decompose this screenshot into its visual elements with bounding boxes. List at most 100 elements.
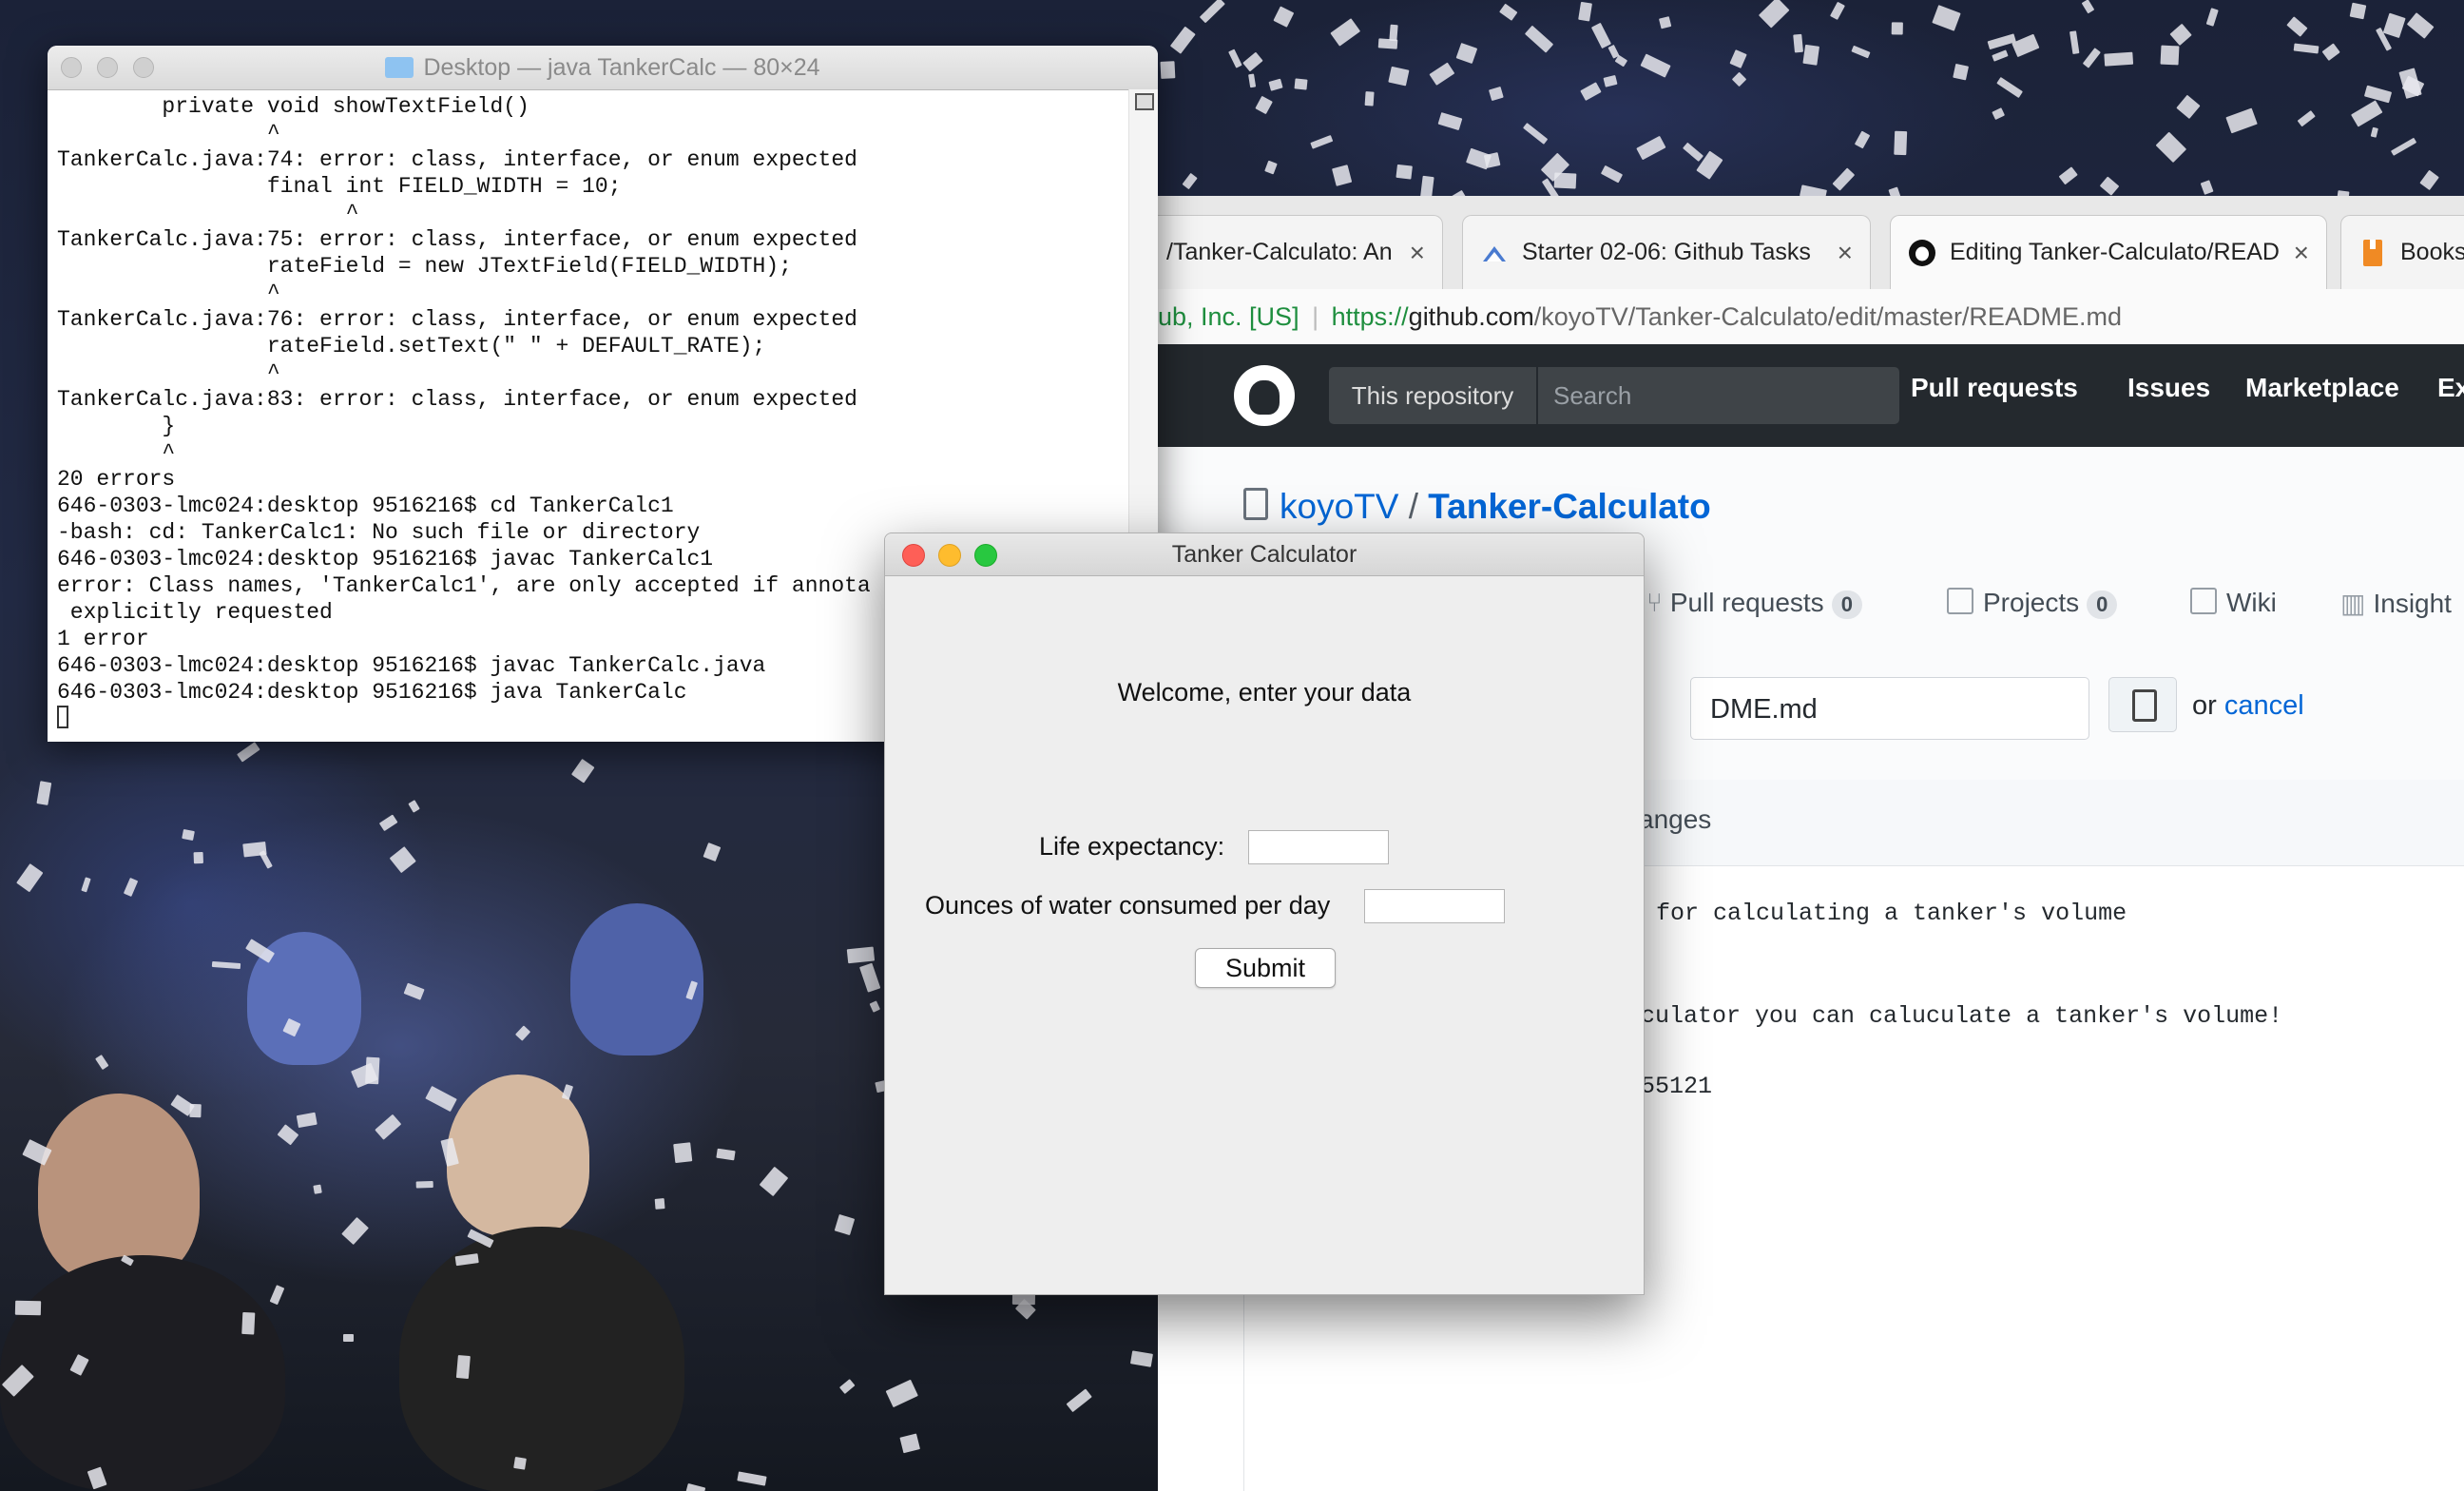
confetti-piece	[2351, 100, 2383, 127]
confetti-piece	[1854, 130, 1871, 150]
confetti-piece	[1992, 107, 2005, 120]
editor-line[interactable]: for calculating a tanker's volume	[1656, 900, 2127, 927]
nav-explore[interactable]: Ex	[2437, 373, 2464, 403]
confetti-piece	[81, 877, 91, 893]
confetti-piece	[241, 1311, 256, 1335]
confetti-piece	[1851, 45, 1871, 59]
confetti-piece	[1832, 167, 1855, 192]
count-badge: 0	[2087, 591, 2118, 619]
confetti-piece	[513, 1457, 527, 1470]
repo-tab-insights[interactable]: ▥ Insight	[2340, 588, 2452, 619]
confetti-piece	[1331, 165, 1352, 187]
confetti-piece	[1465, 147, 1492, 170]
terminal-line: TankerCalc.java:75: error: class, interf…	[57, 227, 857, 252]
address-domain: github.com	[1408, 302, 1534, 331]
confetti-piece	[1683, 143, 1704, 163]
terminal-line: private void showTextField()	[57, 94, 529, 119]
confetti-piece	[1992, 49, 2009, 62]
confetti-piece	[1890, 22, 1903, 35]
dialog-title: Tanker Calculator	[1171, 541, 1357, 568]
submit-button[interactable]: Submit	[1195, 948, 1336, 988]
terminal-line: TankerCalc.java:74: error: class, interf…	[57, 147, 857, 172]
scroll-marker-icon[interactable]	[1135, 93, 1154, 110]
github-logo-icon[interactable]	[1234, 365, 1295, 426]
confetti-piece	[35, 780, 51, 805]
browser-tab-bookshelf[interactable]: Booksh	[2340, 215, 2464, 289]
bookmark-favicon-icon	[2358, 239, 2387, 267]
repo-tab-pull-requests[interactable]: ⑂ Pull requests 0	[1646, 588, 1862, 619]
confetti-piece	[885, 1380, 918, 1408]
confetti-piece	[846, 946, 876, 964]
confetti-piece	[1953, 63, 1970, 81]
dialog-titlebar[interactable]: Tanker Calculator	[885, 533, 1644, 576]
confetti-piece	[182, 829, 196, 842]
life-expectancy-input[interactable]	[1248, 830, 1389, 864]
nav-issues[interactable]: Issues	[2127, 373, 2210, 403]
confetti-piece	[1330, 17, 1361, 47]
confetti-piece	[1524, 25, 1553, 53]
confetti-piece	[341, 1216, 369, 1245]
confetti-piece	[16, 862, 44, 892]
address-path: /koyoTV/Tanker-Calculato/edit/master/REA…	[1533, 302, 2122, 331]
tanker-calculator-dialog: Tanker Calculator Welcome, enter your da…	[884, 532, 1645, 1295]
confetti-piece	[2104, 52, 2134, 67]
confetti-piece	[425, 1085, 458, 1113]
wiki-icon	[2190, 588, 2217, 614]
terminal-title-text: Desktop — java TankerCalc — 80×24	[423, 54, 820, 81]
repo-owner-link[interactable]: koyoTV	[1280, 487, 1398, 526]
terminal-line: 20 errors	[57, 467, 176, 492]
repo-tab-wiki[interactable]: Wiki	[2190, 588, 2277, 618]
confetti-piece	[193, 851, 203, 863]
repo-tab-label: Wiki	[2226, 588, 2277, 617]
confetti-piece	[124, 877, 139, 898]
confetti-piece	[416, 1180, 434, 1189]
confetti-piece	[2081, 0, 2095, 14]
tab-close-icon[interactable]: ×	[2294, 238, 2309, 268]
confetti-piece	[1429, 62, 1455, 87]
confetti-piece	[94, 1054, 109, 1071]
ounces-water-input[interactable]	[1364, 889, 1505, 923]
cancel-link[interactable]: cancel	[2224, 690, 2304, 721]
confetti-piece	[654, 1198, 665, 1210]
confetti-piece	[2200, 179, 2214, 195]
clipboard-button[interactable]	[2108, 677, 2177, 732]
editor-line[interactable]: 55121	[1641, 1073, 1712, 1100]
address-bar[interactable]: ub, Inc. [US] | https://github.com/koyoT…	[1158, 289, 2464, 345]
repo-tab-label: Projects	[1983, 588, 2080, 617]
search-scope-label[interactable]: This repository	[1329, 367, 1536, 424]
filename-input[interactable]: DME.md	[1690, 677, 2089, 740]
welcome-label: Welcome, enter your data	[1117, 678, 1412, 707]
browser-tab-starter-github-tasks[interactable]: Starter 02-06: Github Tasks ×	[1462, 215, 1871, 289]
browser-tab-editing-readme[interactable]: Editing Tanker-Calculato/READ ×	[1890, 215, 2327, 289]
preview-changes-tab[interactable]: anges	[1639, 804, 1711, 835]
nav-marketplace[interactable]: Marketplace	[2245, 373, 2399, 403]
confetti-piece	[2176, 94, 2201, 120]
confetti-piece	[2160, 45, 2180, 65]
tab-close-icon[interactable]: ×	[1838, 238, 1853, 268]
confetti-piece	[1731, 71, 1747, 87]
editor-line[interactable]: culator you can caluculate a tanker's vo…	[1641, 1002, 2282, 1030]
terminal-line: ^	[57, 201, 359, 225]
confetti-piece	[1830, 2, 1845, 20]
confetti-piece	[1995, 77, 2024, 99]
terminal-titlebar[interactable]: Desktop — java TankerCalc — 80×24	[48, 46, 1158, 90]
tab-label: Starter 02-06: Github Tasks	[1522, 239, 1811, 265]
confetti-piece	[455, 1354, 472, 1380]
address-divider: |	[1312, 302, 1319, 331]
confetti-piece	[514, 1024, 531, 1041]
browser-tab-tanker-calculato[interactable]: /Tanker-Calculato: An a ×	[1158, 215, 1443, 289]
confetti-piece	[2169, 23, 2193, 47]
confetti-piece	[2293, 43, 2320, 55]
github-search-input[interactable]	[1538, 367, 1899, 424]
confetti-piece	[672, 1142, 693, 1164]
confetti-piece	[2011, 33, 2040, 58]
repo-tab-projects[interactable]: Projects 0	[1947, 588, 2118, 619]
confetti-piece	[407, 800, 420, 814]
pull-request-icon: ⑂	[1646, 588, 1663, 617]
confetti-piece	[834, 1214, 855, 1236]
confetti-piece	[342, 1333, 354, 1343]
or-cancel-text: or cancel	[2192, 690, 2304, 722]
tab-close-icon[interactable]: ×	[1410, 238, 1425, 268]
nav-pull-requests[interactable]: Pull requests	[1911, 373, 2078, 403]
repo-name-link[interactable]: Tanker-Calculato	[1428, 487, 1710, 526]
